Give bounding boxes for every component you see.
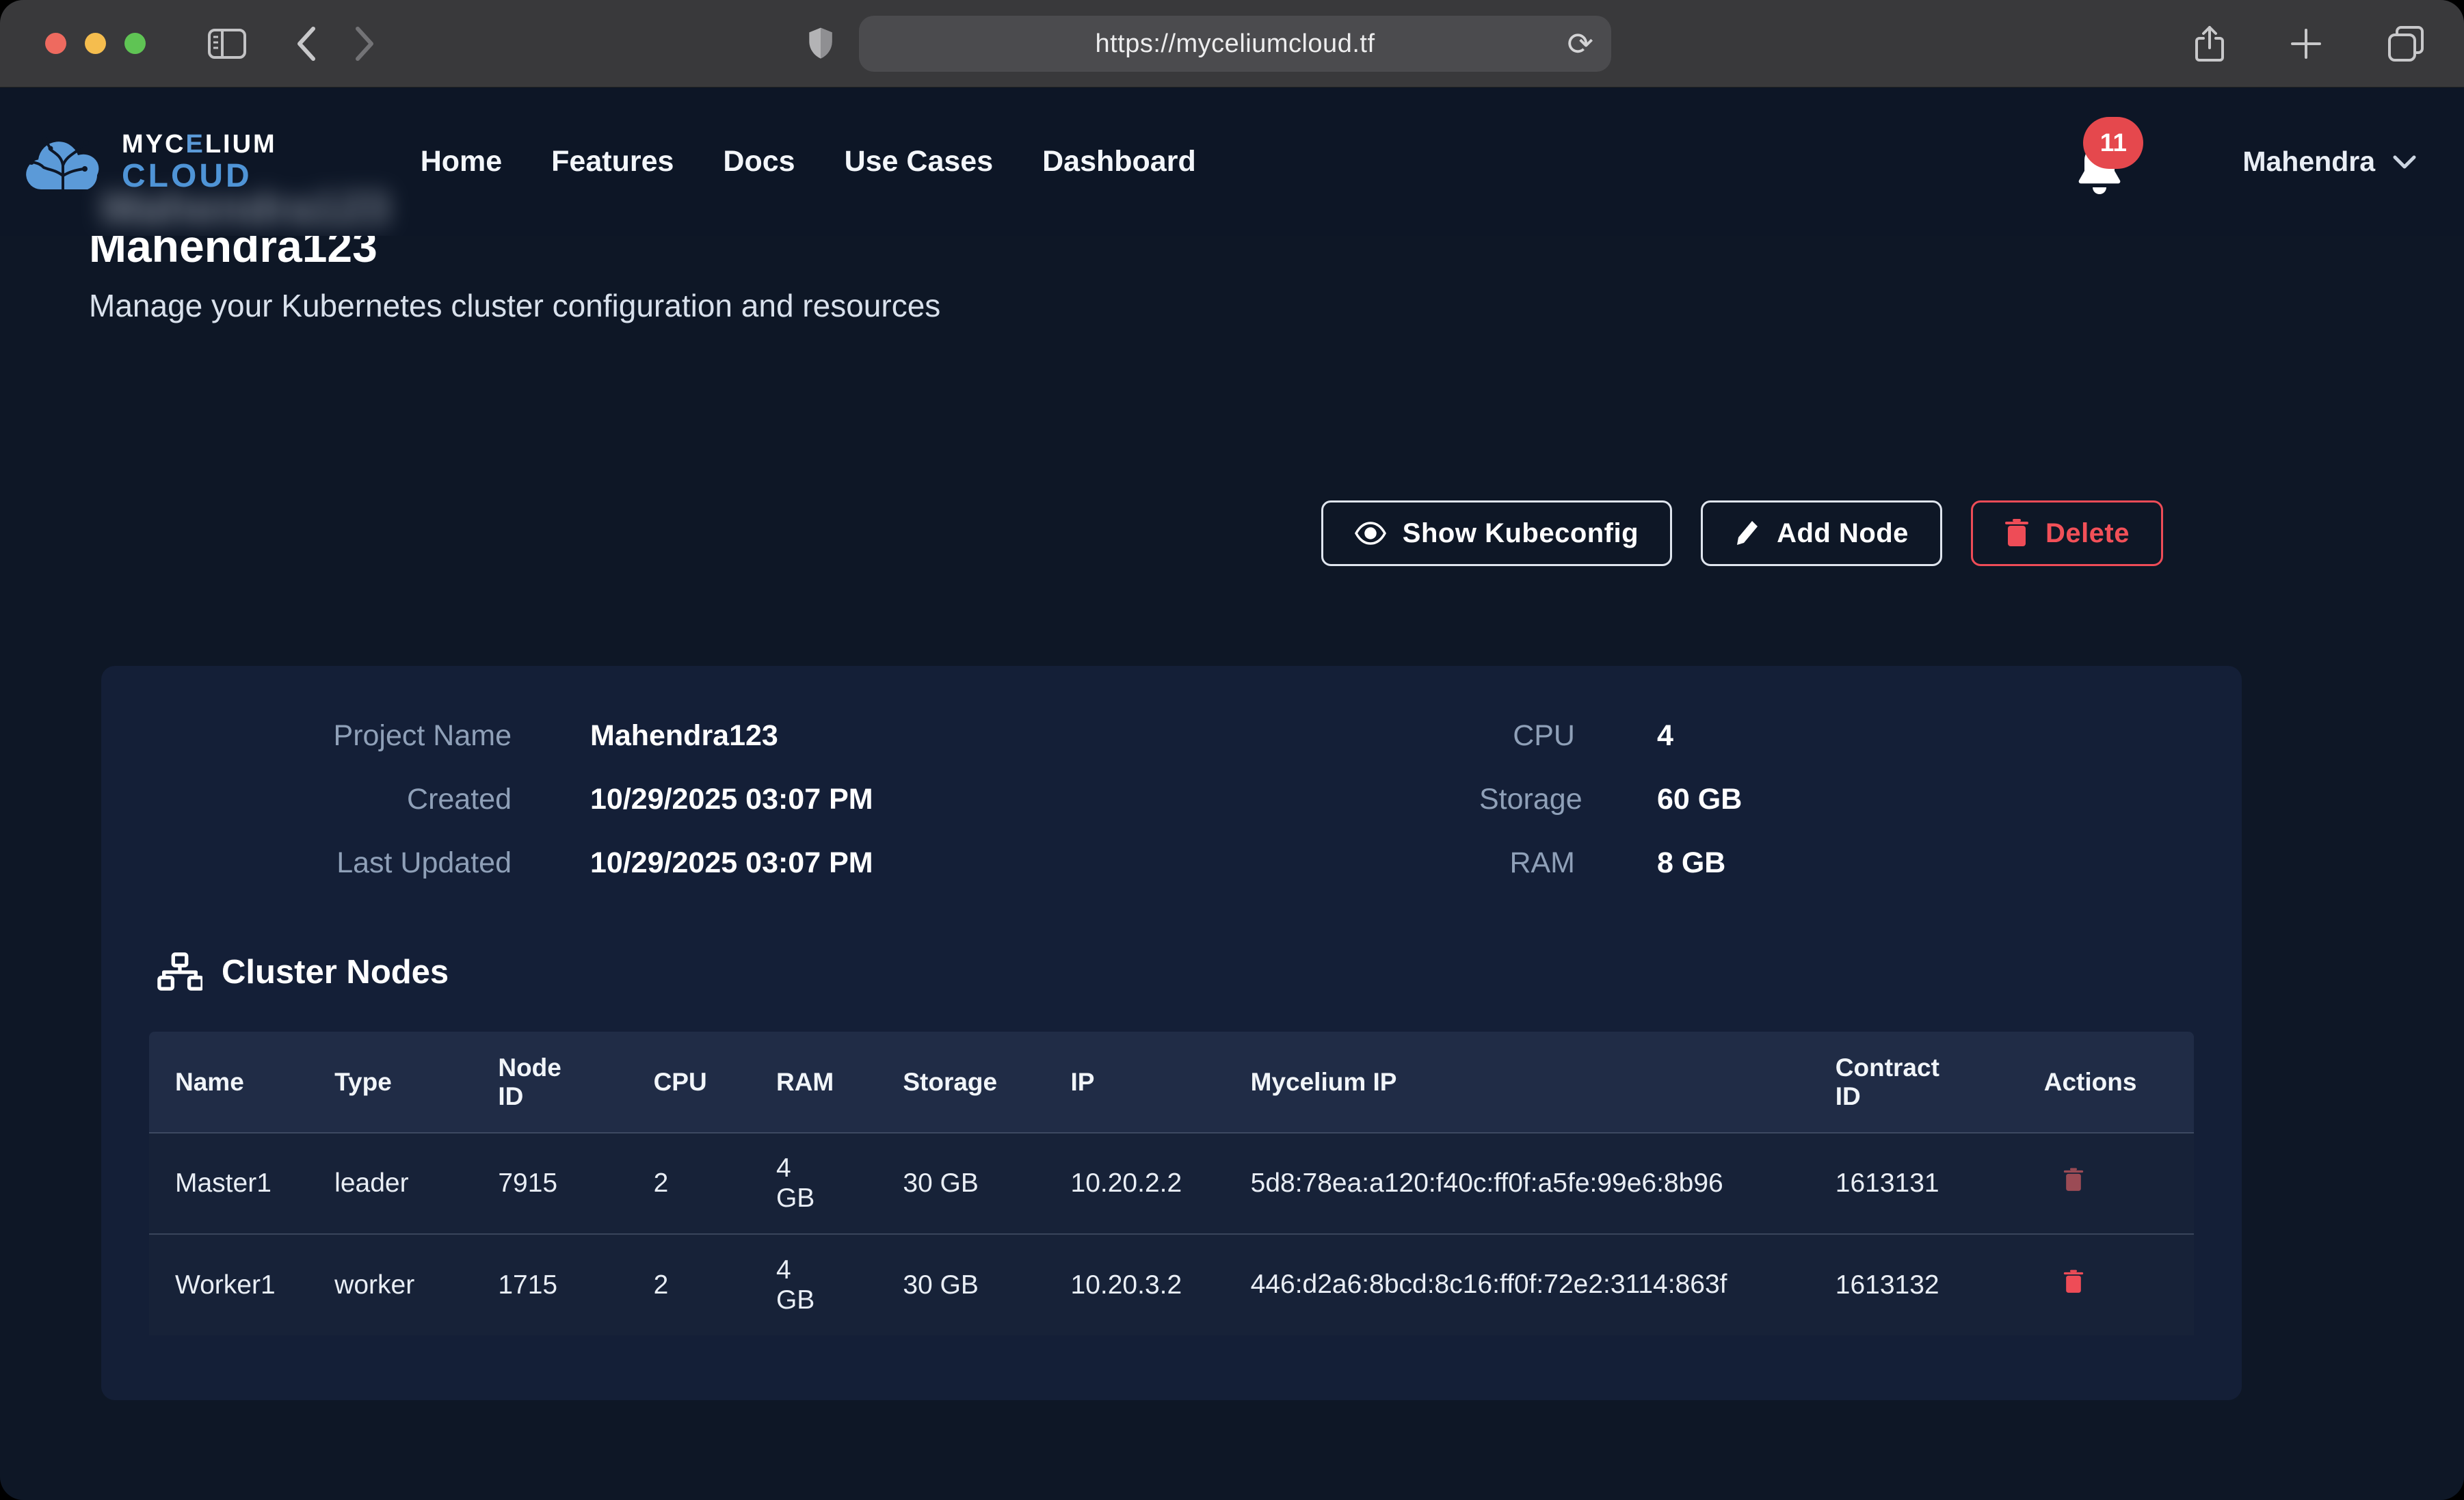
url-text: https://myceliumcloud.tf [1095, 29, 1375, 59]
nav-links: Home Features Docs Use Cases Dashboard [421, 145, 1196, 178]
reload-icon[interactable]: ⟳ [1567, 28, 1593, 59]
nav-link-home[interactable]: Home [421, 145, 502, 178]
privacy-shield-icon[interactable] [807, 26, 834, 62]
detail-value: 8 GB [1575, 846, 2242, 880]
brand-wordmark: MYCELIUM CLOUD [122, 131, 277, 193]
table-row: Master1 leader 7915 2 4 GB 30 GB 10.20.2… [149, 1133, 2194, 1234]
cluster-actions: Show Kubeconfig Add Node Delete [0, 500, 2163, 566]
share-icon[interactable] [2195, 25, 2225, 63]
cluster-nodes-table: Name Type Node ID CPU RAM Storage IP Myc… [149, 1032, 2194, 1335]
delete-node-button[interactable] [2063, 1168, 2084, 1192]
col-type: Type [321, 1032, 484, 1133]
cluster-nodes-title: Cluster Nodes [222, 953, 449, 991]
col-ram: RAM [763, 1032, 889, 1133]
node-ram: 4 GB [763, 1133, 889, 1234]
col-mycelium-ip: Mycelium IP [1237, 1032, 1822, 1133]
detail-label: Created [101, 783, 512, 816]
detail-value: 10/29/2025 03:07 PM [512, 783, 1479, 816]
browser-toolbar: https://myceliumcloud.tf ⟳ [0, 0, 2464, 88]
detail-value: 60 GB [1575, 783, 2242, 816]
node-name: Master1 [149, 1133, 321, 1234]
eye-icon [1355, 522, 1386, 545]
node-type: leader [321, 1133, 484, 1234]
node-storage: 30 GB [889, 1133, 1057, 1234]
nav-link-features[interactable]: Features [551, 145, 674, 178]
col-cpu: CPU [640, 1032, 763, 1133]
back-icon[interactable] [296, 26, 317, 62]
node-cpu: 2 [640, 1234, 763, 1335]
chevron-down-icon [2393, 155, 2416, 170]
detail-label: RAM [1479, 846, 1575, 880]
detail-label: Last Updated [101, 846, 512, 880]
browser-window: https://myceliumcloud.tf ⟳ [0, 0, 2464, 1500]
forward-icon[interactable] [354, 26, 375, 62]
col-contract-id: Contract ID [1822, 1032, 2030, 1133]
close-window-button[interactable] [45, 33, 66, 54]
node-name: Worker1 [149, 1234, 321, 1335]
cluster-details: Project Name Mahendra123 CPU 4 Created 1… [101, 666, 2242, 880]
nav-link-docs[interactable]: Docs [723, 145, 795, 178]
detail-label: Storage [1479, 783, 1575, 816]
node-mycelium-ip: 446:d2a6:8bcd:8c16:ff0f:72e2:3114:863f [1237, 1234, 1822, 1335]
col-ip: IP [1057, 1032, 1237, 1133]
brand-logo[interactable]: MYCELIUM CLOUD [21, 128, 277, 196]
node-ram: 4 GB [763, 1234, 889, 1335]
notification-count-badge: 11 [2083, 117, 2143, 169]
pencil-icon [1734, 520, 1760, 547]
node-id: 7915 [484, 1133, 639, 1234]
table-header-row: Name Type Node ID CPU RAM Storage IP Myc… [149, 1032, 2194, 1133]
node-actions [2030, 1234, 2194, 1335]
sidebar-toggle-icon[interactable] [207, 28, 247, 59]
user-name: Mahendra [2242, 146, 2375, 178]
detail-label: CPU [1479, 719, 1575, 753]
node-actions [2030, 1133, 2194, 1234]
node-ip: 10.20.2.2 [1057, 1133, 1237, 1234]
node-id: 1715 [484, 1234, 639, 1335]
detail-label: Project Name [101, 719, 512, 753]
address-bar[interactable]: https://myceliumcloud.tf ⟳ [859, 16, 1611, 72]
user-menu[interactable]: Mahendra [2242, 146, 2416, 178]
node-mycelium-ip: 5d8:78ea:a120:f40c:ff0f:a5fe:99e6:8b96 [1237, 1133, 1822, 1234]
minimize-window-button[interactable] [85, 33, 106, 54]
tab-overview-icon[interactable] [2387, 25, 2424, 62]
table-row: Worker1 worker 1715 2 4 GB 30 GB 10.20.3… [149, 1234, 2194, 1335]
notifications-button[interactable]: 11 [2075, 129, 2130, 194]
trash-icon [2063, 1270, 2084, 1294]
new-tab-icon[interactable] [2290, 27, 2322, 60]
trash-icon [2063, 1168, 2084, 1192]
delete-cluster-button[interactable]: Delete [1971, 500, 2163, 566]
zoom-window-button[interactable] [124, 33, 146, 54]
page-body: Mahendra123 MYCELIUM CLOUD Home [0, 88, 2464, 1500]
detail-value: 4 [1575, 719, 2242, 753]
node-cpu: 2 [640, 1133, 763, 1234]
add-node-button[interactable]: Add Node [1701, 500, 1942, 566]
cluster-nodes-header: Cluster Nodes [157, 951, 2242, 993]
trash-icon [2004, 519, 2029, 548]
node-contract-id: 1613131 [1822, 1133, 2030, 1234]
col-actions: Actions [2030, 1032, 2194, 1133]
brand-e-accent: E [185, 130, 204, 159]
col-storage: Storage [889, 1032, 1057, 1133]
col-node-id: Node ID [484, 1032, 639, 1133]
nav-link-dashboard[interactable]: Dashboard [1042, 145, 1196, 178]
node-storage: 30 GB [889, 1234, 1057, 1335]
top-navigation: Mahendra123 MYCELIUM CLOUD Home [0, 88, 2464, 236]
page-subtitle: Manage your Kubernetes cluster configura… [89, 287, 2464, 324]
show-kubeconfig-button[interactable]: Show Kubeconfig [1321, 500, 1672, 566]
node-ip: 10.20.3.2 [1057, 1234, 1237, 1335]
network-nodes-icon [157, 951, 202, 993]
detail-value: 10/29/2025 03:07 PM [512, 846, 1479, 880]
traffic-lights [45, 33, 146, 54]
cloud-logo-icon [21, 128, 109, 196]
delete-node-button[interactable] [2063, 1270, 2084, 1294]
node-contract-id: 1613132 [1822, 1234, 2030, 1335]
nav-link-use-cases[interactable]: Use Cases [845, 145, 994, 178]
cluster-info-card: Project Name Mahendra123 CPU 4 Created 1… [101, 666, 2242, 1400]
node-type: worker [321, 1234, 484, 1335]
detail-value: Mahendra123 [512, 719, 1479, 753]
col-name: Name [149, 1032, 321, 1133]
